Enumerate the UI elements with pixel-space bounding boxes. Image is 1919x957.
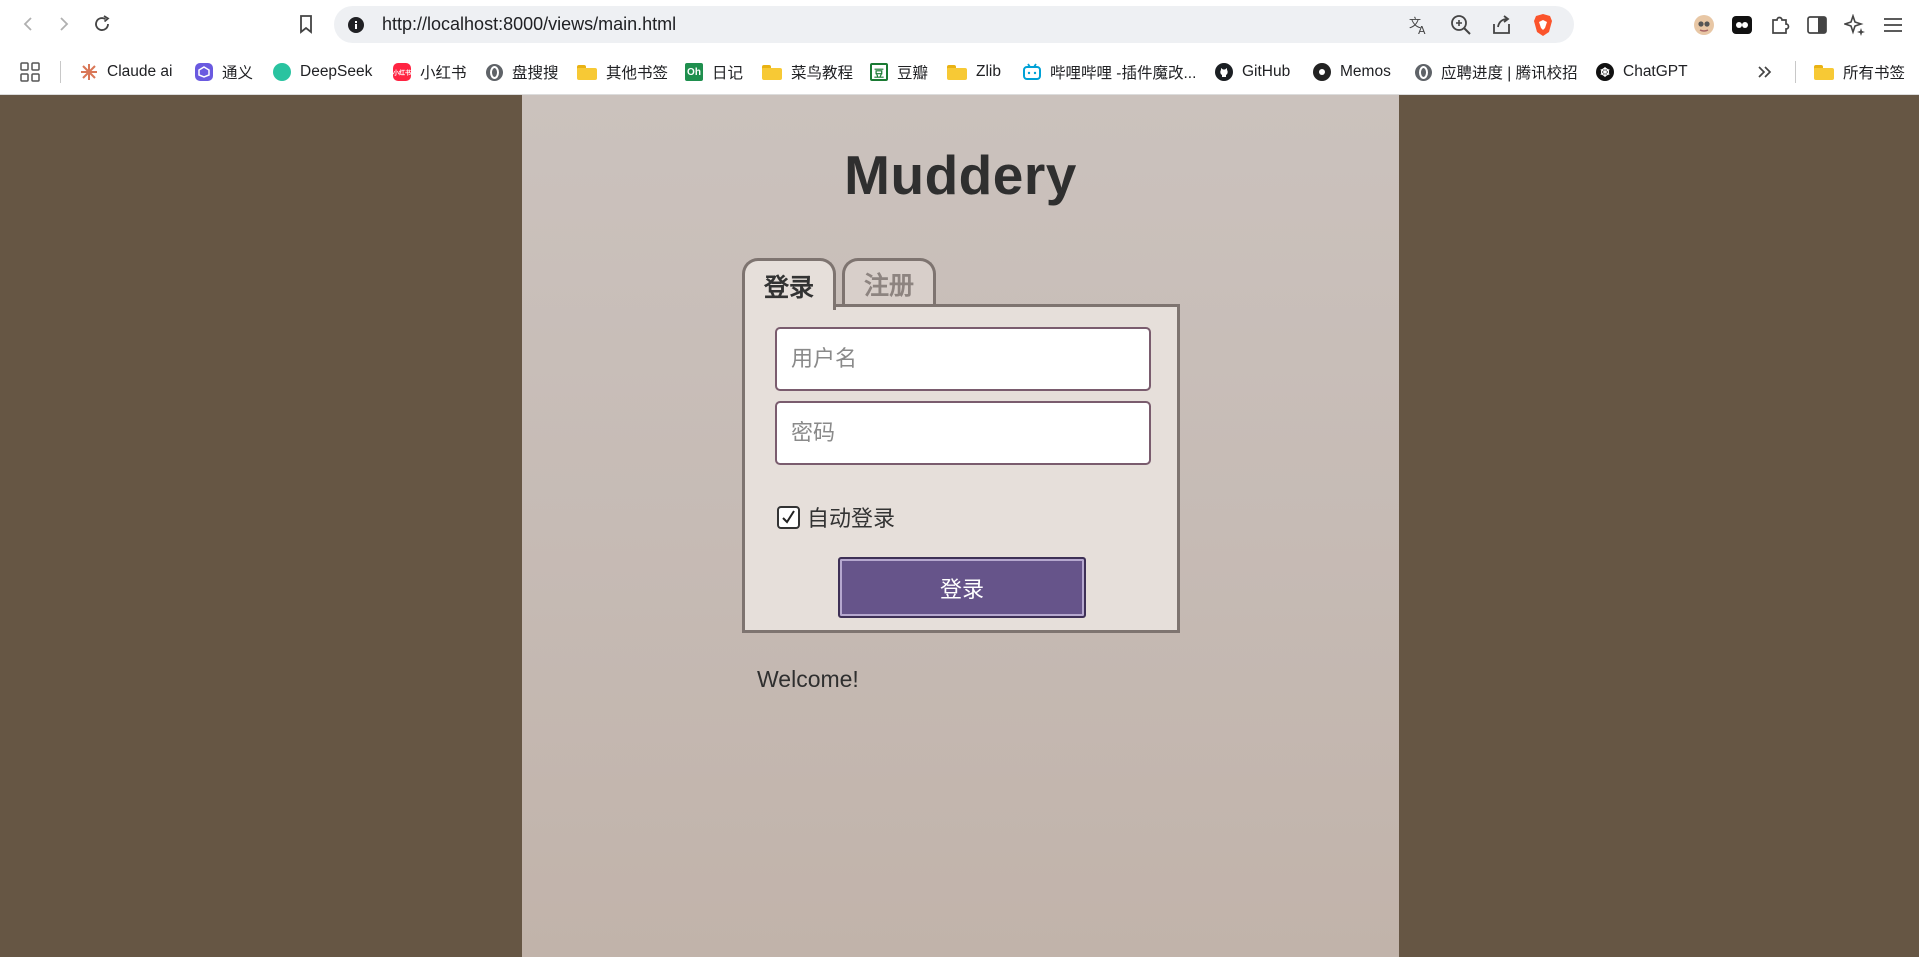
bookmark-label: 通义 <box>222 65 254 82</box>
all-bookmarks-folder[interactable]: 所有书签 <box>1814 59 1905 85</box>
sidebar-toggle-icon[interactable] <box>1805 13 1829 37</box>
douban-icon: 豆 <box>870 63 888 81</box>
bilibili-icon <box>1023 63 1041 81</box>
bookmark-claude[interactable]: Claude ai <box>80 59 173 85</box>
bookmark-folder-runoob[interactable]: 菜鸟教程 <box>762 59 853 85</box>
folder-icon <box>577 64 597 80</box>
bookmark-label: ChatGPT <box>1623 63 1688 80</box>
deepseek-icon <box>273 63 291 81</box>
back-button[interactable] <box>14 10 42 38</box>
apps-button[interactable] <box>20 59 40 85</box>
bookmark-label: DeepSeek <box>300 63 373 80</box>
chatgpt-icon <box>1596 63 1614 81</box>
checkmark-icon <box>782 509 795 524</box>
bookmarks-bar: Claude ai 通义 DeepSeek 小红书 小红书 盘搜搜 其他书签 O… <box>0 50 1919 95</box>
bookmark-label: 小红书 <box>420 65 467 82</box>
memos-icon <box>1313 63 1331 81</box>
more-bookmarks-button[interactable] <box>1757 59 1773 85</box>
reload-icon <box>95 15 110 31</box>
tab-login[interactable]: 登录 <box>742 258 836 310</box>
globe-icon <box>486 63 503 81</box>
menu-icon[interactable] <box>1881 13 1905 37</box>
svg-text:A: A <box>1418 24 1426 36</box>
bookmark-label: 应聘进度 | 腾讯校招 <box>1441 65 1578 82</box>
bookmark-pansousou[interactable]: 盘搜搜 <box>486 59 559 85</box>
bookmark-label: Claude ai <box>107 63 173 80</box>
claude-icon <box>80 63 98 81</box>
xiaohongshu-icon: 小红书 <box>393 63 411 81</box>
folder-icon <box>1814 64 1834 80</box>
bookmark-diary[interactable]: Oh 日记 <box>685 59 743 85</box>
forward-arrow-icon <box>60 17 69 31</box>
login-panel: 自动登录 登录 <box>742 304 1180 633</box>
github-icon <box>1215 63 1233 81</box>
bookmark-label: Zlib <box>976 63 1001 80</box>
oh-icon: Oh <box>685 63 703 81</box>
welcome-message: Welcome! <box>757 666 859 692</box>
bookmark-label: 豆瓣 <box>897 65 929 82</box>
forward-button[interactable] <box>50 10 78 38</box>
folder-icon <box>947 64 967 80</box>
bookmark-label: 哔哩哔哩 -插件魔改... <box>1050 65 1197 82</box>
wallet-extension-icon[interactable] <box>1730 13 1754 37</box>
profile-avatar-icon[interactable] <box>1692 13 1716 37</box>
main-column: Muddery 登录 注册 自动登录 登录 Welcome! <box>522 95 1399 957</box>
bookmark-chatgpt[interactable]: ChatGPT <box>1596 59 1688 85</box>
bookmark-label: 菜鸟教程 <box>791 65 854 82</box>
site-info-icon[interactable] <box>346 15 365 34</box>
login-submit-button[interactable]: 登录 <box>838 557 1086 618</box>
bookmark-label: GitHub <box>1242 63 1291 80</box>
page-title: Muddery <box>844 144 1077 206</box>
password-input[interactable] <box>775 401 1151 465</box>
leo-ai-icon[interactable] <box>1843 13 1867 37</box>
auto-login-label: 自动登录 <box>807 506 896 531</box>
tab-register[interactable]: 注册 <box>842 258 936 306</box>
folder-icon <box>762 64 782 80</box>
browser-toolbar: http://localhost:8000/views/main.html 文A <box>0 0 1919 50</box>
all-bookmarks-label: 所有书签 <box>1843 65 1906 82</box>
bookmark-tongyi[interactable]: 通义 <box>195 59 253 85</box>
page-viewport: Muddery 登录 注册 自动登录 登录 Welcome! <box>0 95 1919 957</box>
globe-icon <box>1415 63 1432 81</box>
bookmark-github[interactable]: GitHub <box>1215 59 1290 85</box>
bookmarks-divider <box>60 61 61 83</box>
bookmark-label: 盘搜搜 <box>512 65 559 82</box>
bookmark-bilibili[interactable]: 哔哩哔哩 -插件魔改... <box>1023 59 1196 85</box>
bookmark-xiaohongshu[interactable]: 小红书 小红书 <box>393 59 467 85</box>
bookmark-label: 日记 <box>712 65 744 82</box>
reload-button[interactable] <box>88 10 116 38</box>
brave-shield-icon[interactable] <box>1532 14 1554 36</box>
bookmark-deepseek[interactable]: DeepSeek <box>273 59 372 85</box>
bookmark-memos[interactable]: Memos <box>1313 59 1391 85</box>
bookmark-folder-zlib[interactable]: Zlib <box>947 59 1001 85</box>
share-icon[interactable] <box>1491 14 1513 36</box>
address-bar[interactable]: http://localhost:8000/views/main.html 文A <box>334 6 1574 43</box>
bookmark-icon <box>300 15 312 34</box>
auto-login-checkbox[interactable] <box>777 505 800 529</box>
extensions-icon[interactable] <box>1768 13 1792 37</box>
double-chevron-right-icon <box>1758 66 1772 78</box>
bookmark-label: 其他书签 <box>606 65 669 82</box>
apps-grid-icon <box>20 62 40 82</box>
bookmark-douban[interactable]: 豆 豆瓣 <box>870 59 928 85</box>
bookmark-folder-other[interactable]: 其他书签 <box>577 59 668 85</box>
translate-icon[interactable]: 文A <box>1408 14 1430 36</box>
bookmark-label: Memos <box>1340 63 1391 80</box>
username-input[interactable] <box>775 327 1151 391</box>
auto-login-toggle[interactable]: 自动登录 <box>777 501 895 533</box>
tongyi-icon <box>195 63 213 81</box>
bookmark-page-button[interactable] <box>292 10 320 38</box>
bookmarks-divider <box>1795 61 1796 83</box>
url-text[interactable]: http://localhost:8000/views/main.html <box>382 14 676 35</box>
zoom-icon[interactable] <box>1450 14 1472 36</box>
bookmark-tencent-campus[interactable]: 应聘进度 | 腾讯校招 <box>1415 59 1578 85</box>
back-arrow-icon <box>23 17 32 31</box>
